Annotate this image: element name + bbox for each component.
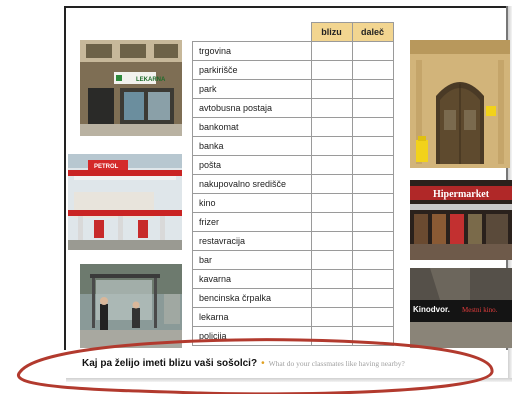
table-row: trgovina bbox=[192, 41, 394, 61]
table-row: banka bbox=[192, 136, 394, 156]
near-checkbox-cell[interactable] bbox=[310, 79, 353, 99]
table-row: bencinska črpalka bbox=[192, 288, 394, 308]
near-checkbox-cell[interactable] bbox=[310, 288, 353, 308]
table-row: kino bbox=[192, 193, 394, 213]
post-office-photo bbox=[410, 40, 510, 168]
places-table: blizu daleč trgovina parkirišče park avt… bbox=[192, 22, 394, 346]
far-checkbox-cell[interactable] bbox=[351, 212, 394, 232]
table-row: frizer bbox=[192, 212, 394, 232]
table-row: pošta bbox=[192, 155, 394, 175]
table-row: parkirišče bbox=[192, 60, 394, 80]
cinema-photo: Kinodvor. Mestni kino. bbox=[410, 268, 512, 348]
far-checkbox-cell[interactable] bbox=[351, 231, 394, 251]
table-row: bar bbox=[192, 250, 394, 270]
near-checkbox-cell[interactable] bbox=[310, 269, 353, 289]
place-label: lekarna bbox=[192, 307, 312, 327]
far-checkbox-cell[interactable] bbox=[351, 155, 394, 175]
cinema-sign: Kinodvor. bbox=[413, 305, 450, 314]
place-label: banka bbox=[192, 136, 312, 156]
page-border-top bbox=[64, 6, 508, 8]
pharmacy-photo: LEKARNA bbox=[80, 40, 182, 136]
place-label: restavracija bbox=[192, 231, 312, 251]
table-row: avtobusna postaja bbox=[192, 98, 394, 118]
place-label: frizer bbox=[192, 212, 312, 232]
far-checkbox-cell[interactable] bbox=[351, 60, 394, 80]
page-shadow-bottom bbox=[66, 378, 512, 382]
table-row: park bbox=[192, 79, 394, 99]
table-header-row: blizu daleč bbox=[193, 22, 394, 42]
place-label: nakupovalno središče bbox=[192, 174, 312, 194]
table-row: restavracija bbox=[192, 231, 394, 251]
page-border-left bbox=[64, 6, 66, 350]
question-line: Kaj pa želijo imeti blizu vaši sošolci? •… bbox=[82, 350, 502, 374]
header-near: blizu bbox=[310, 22, 353, 42]
near-checkbox-cell[interactable] bbox=[310, 136, 353, 156]
table-row: policija bbox=[192, 326, 394, 346]
place-label: policija bbox=[192, 326, 312, 346]
question-slovene: Kaj pa želijo imeti blizu vaši sošolci? bbox=[82, 358, 258, 369]
place-label: bankomat bbox=[192, 117, 312, 137]
near-checkbox-cell[interactable] bbox=[310, 98, 353, 118]
far-checkbox-cell[interactable] bbox=[351, 117, 394, 137]
petrol-sign: PETROL bbox=[94, 164, 119, 170]
place-label: trgovina bbox=[192, 41, 312, 61]
table-row: nakupovalno središče bbox=[192, 174, 394, 194]
far-checkbox-cell[interactable] bbox=[351, 326, 394, 346]
near-checkbox-cell[interactable] bbox=[310, 212, 353, 232]
far-checkbox-cell[interactable] bbox=[351, 174, 394, 194]
place-label: bar bbox=[192, 250, 312, 270]
near-checkbox-cell[interactable] bbox=[310, 326, 353, 346]
table-row: kavarna bbox=[192, 269, 394, 289]
place-label: parkirišče bbox=[192, 60, 312, 80]
question-separator: • bbox=[261, 358, 265, 369]
far-checkbox-cell[interactable] bbox=[351, 193, 394, 213]
place-label: kino bbox=[192, 193, 312, 213]
near-checkbox-cell[interactable] bbox=[310, 155, 353, 175]
place-label: avtobusna postaja bbox=[192, 98, 312, 118]
hypermarket-sign: Hipermarket bbox=[433, 189, 490, 200]
bus-stop-photo bbox=[80, 264, 182, 348]
far-checkbox-cell[interactable] bbox=[351, 136, 394, 156]
hypermarket-photo: Hipermarket bbox=[410, 180, 512, 260]
far-checkbox-cell[interactable] bbox=[351, 269, 394, 289]
near-checkbox-cell[interactable] bbox=[310, 250, 353, 270]
pharmacy-sign: LEKARNA bbox=[136, 77, 166, 83]
place-label: pošta bbox=[192, 155, 312, 175]
place-label: park bbox=[192, 79, 312, 99]
near-checkbox-cell[interactable] bbox=[310, 193, 353, 213]
far-checkbox-cell[interactable] bbox=[351, 98, 394, 118]
cinema-sign-sub: Mestni kino. bbox=[462, 306, 498, 314]
near-checkbox-cell[interactable] bbox=[310, 41, 353, 61]
far-checkbox-cell[interactable] bbox=[351, 250, 394, 270]
table-row: bankomat bbox=[192, 117, 394, 137]
far-checkbox-cell[interactable] bbox=[351, 41, 394, 61]
near-checkbox-cell[interactable] bbox=[310, 60, 353, 80]
near-checkbox-cell[interactable] bbox=[310, 117, 353, 137]
far-checkbox-cell[interactable] bbox=[351, 288, 394, 308]
far-checkbox-cell[interactable] bbox=[351, 79, 394, 99]
near-checkbox-cell[interactable] bbox=[310, 174, 353, 194]
question-english: What do your classmates like having near… bbox=[268, 359, 405, 368]
petrol-station-photo: PETROL bbox=[68, 154, 182, 250]
place-label: kavarna bbox=[192, 269, 312, 289]
table-row: lekarna bbox=[192, 307, 394, 327]
near-checkbox-cell[interactable] bbox=[310, 307, 353, 327]
place-label: bencinska črpalka bbox=[192, 288, 312, 308]
near-checkbox-cell[interactable] bbox=[310, 231, 353, 251]
header-blank bbox=[193, 23, 312, 42]
far-checkbox-cell[interactable] bbox=[351, 307, 394, 327]
header-far: daleč bbox=[351, 22, 394, 42]
